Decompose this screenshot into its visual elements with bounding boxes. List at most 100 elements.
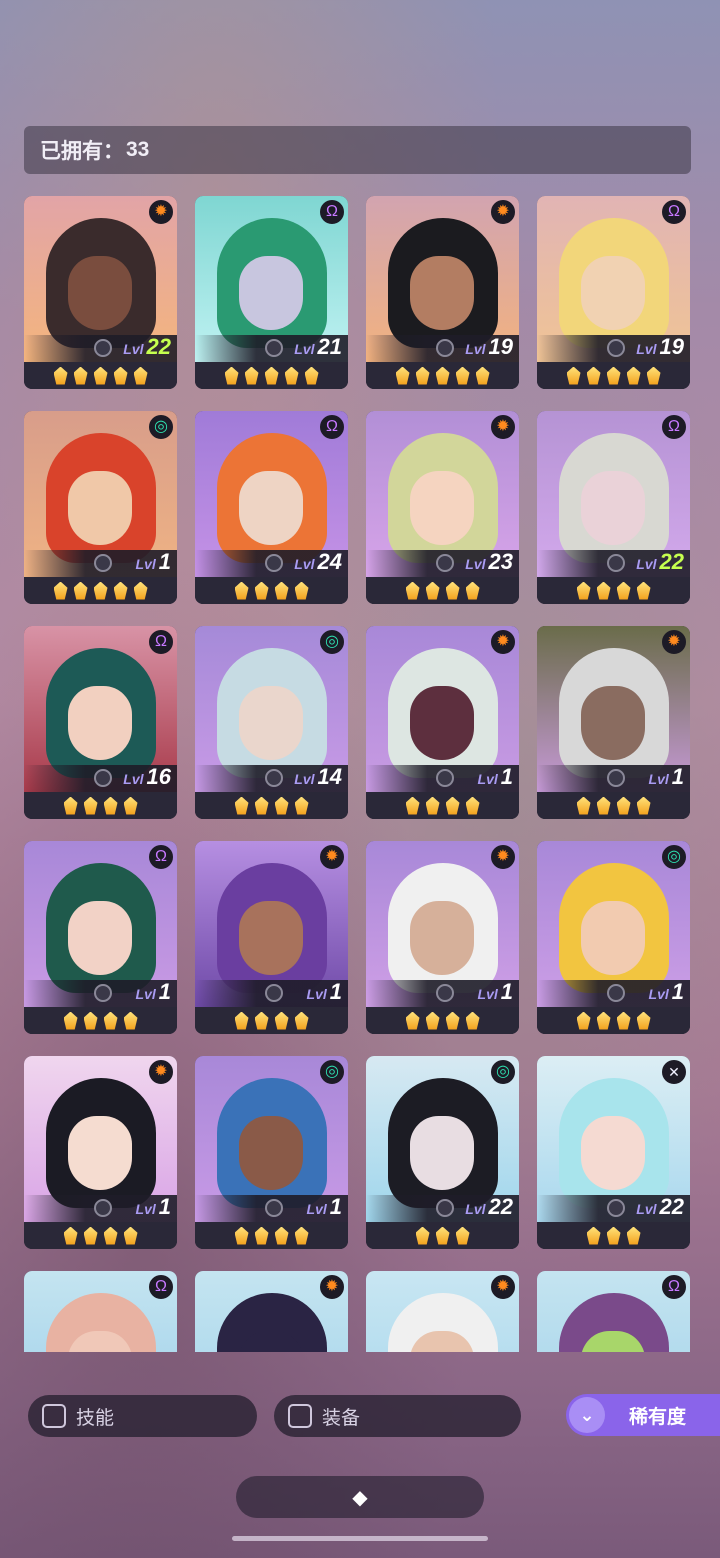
hero-face bbox=[410, 256, 474, 330]
gold-star-icon bbox=[425, 581, 440, 600]
gold-star-icon bbox=[103, 1011, 118, 1030]
level-label: Lvl bbox=[636, 1201, 657, 1217]
level-label: Lvl bbox=[135, 556, 156, 572]
hero-face bbox=[581, 901, 645, 975]
sun-class-icon: ✹ bbox=[491, 1275, 515, 1299]
hero-card[interactable]: Lvl 22 ◎ bbox=[366, 1056, 519, 1249]
hero-grid-viewport[interactable]: Lvl 22 ✹ Lvl 21 Ω Lvl 19 ✹ Lvl 19 Ω Lvl 1 ◎ Lvl 24 Ω Lvl 23… bbox=[24, 196, 692, 1352]
skill-progress-icon bbox=[436, 554, 454, 572]
hero-level: Lvl 23 bbox=[465, 549, 513, 575]
hero-card[interactable]: ✹ bbox=[195, 1271, 348, 1352]
hero-card[interactable]: Lvl 1 ◎ bbox=[24, 411, 177, 604]
hero-card[interactable]: Lvl 23 ✹ bbox=[366, 411, 519, 604]
hero-card[interactable]: Lvl 19 ✹ bbox=[366, 196, 519, 389]
wave-class-icon: ◎ bbox=[662, 845, 686, 869]
star-rating bbox=[537, 577, 690, 604]
equipment-checkbox[interactable] bbox=[288, 1404, 312, 1428]
hero-portrait: Lvl 1 ✹ bbox=[195, 841, 348, 1007]
skill-progress-icon bbox=[607, 339, 625, 357]
skill-progress-icon bbox=[607, 554, 625, 572]
sun-class-icon: ✹ bbox=[491, 845, 515, 869]
home-indicator[interactable] bbox=[232, 1536, 488, 1541]
level-number: 19 bbox=[488, 334, 513, 359]
hero-card[interactable]: Lvl 16 Ω bbox=[24, 626, 177, 819]
hero-portrait: Lvl 22 Ω bbox=[537, 411, 690, 577]
star-rating bbox=[195, 577, 348, 604]
hero-card[interactable]: Lvl 1 ✹ bbox=[366, 841, 519, 1034]
hero-card[interactable]: Lvl 1 Ω bbox=[24, 841, 177, 1034]
psi-class-icon: Ω bbox=[320, 200, 344, 224]
cross-class-icon: ✕ bbox=[662, 1060, 686, 1084]
hero-card[interactable]: Lvl 14 ◎ bbox=[195, 626, 348, 819]
level-label: Lvl bbox=[123, 341, 144, 357]
level-number: 1 bbox=[500, 979, 513, 1004]
equipment-filter[interactable]: 装备 bbox=[274, 1395, 521, 1437]
skill-progress-icon bbox=[94, 1199, 112, 1217]
gold-star-icon bbox=[133, 581, 148, 600]
gold-star-icon bbox=[475, 366, 490, 385]
hero-card[interactable]: Lvl 19 Ω bbox=[537, 196, 690, 389]
hero-card[interactable]: ✹ bbox=[366, 1271, 519, 1352]
gold-star-icon bbox=[566, 366, 581, 385]
hero-card[interactable]: Lvl 1 ✹ bbox=[537, 626, 690, 819]
hero-portrait: Lvl 1 ◎ bbox=[24, 411, 177, 577]
star-rating bbox=[366, 792, 519, 819]
hero-card[interactable]: Lvl 1 ✹ bbox=[195, 841, 348, 1034]
gold-star-icon bbox=[415, 1226, 430, 1245]
skill-checkbox[interactable] bbox=[42, 1404, 66, 1428]
hero-card[interactable]: Lvl 1 ◎ bbox=[537, 841, 690, 1034]
hero-card[interactable]: Lvl 1 ◎ bbox=[195, 1056, 348, 1249]
skill-progress-icon bbox=[436, 339, 454, 357]
gold-star-icon bbox=[606, 1226, 621, 1245]
hero-card[interactable]: Lvl 22 ✹ bbox=[24, 196, 177, 389]
gold-star-icon bbox=[465, 796, 480, 815]
hero-card[interactable]: Lvl 22 Ω bbox=[537, 411, 690, 604]
hero-card[interactable]: Ω bbox=[24, 1271, 177, 1352]
gold-star-icon bbox=[455, 1226, 470, 1245]
rarity-sort-button[interactable]: ⌄ 稀有度 bbox=[566, 1394, 720, 1436]
hero-portrait: Lvl 24 Ω bbox=[195, 411, 348, 577]
level-number: 21 bbox=[317, 334, 342, 359]
chevron-down-icon: ⌄ bbox=[569, 1397, 605, 1433]
hero-portrait: Lvl 19 Ω bbox=[537, 196, 690, 362]
gold-star-icon bbox=[596, 1011, 611, 1030]
hero-face bbox=[581, 471, 645, 545]
hero-card[interactable]: Ω bbox=[537, 1271, 690, 1352]
gold-star-icon bbox=[576, 796, 591, 815]
gold-star-icon bbox=[73, 581, 88, 600]
gold-star-icon bbox=[53, 366, 68, 385]
level-number: 1 bbox=[158, 1194, 171, 1219]
level-label: Lvl bbox=[123, 771, 144, 787]
gold-star-icon bbox=[234, 1011, 249, 1030]
hero-card[interactable]: Lvl 1 ✹ bbox=[366, 626, 519, 819]
collapse-button[interactable]: ◆ bbox=[236, 1476, 484, 1518]
gold-star-icon bbox=[63, 1226, 78, 1245]
gold-star-icon bbox=[83, 1011, 98, 1030]
sun-class-icon: ✹ bbox=[491, 200, 515, 224]
psi-class-icon: Ω bbox=[320, 415, 344, 439]
hero-portrait: Lvl 21 Ω bbox=[195, 196, 348, 362]
gold-star-icon bbox=[626, 1226, 641, 1245]
gold-star-icon bbox=[455, 366, 470, 385]
psi-class-icon: Ω bbox=[662, 415, 686, 439]
level-number: 1 bbox=[158, 549, 171, 574]
hero-card[interactable]: Lvl 22 ✕ bbox=[537, 1056, 690, 1249]
hero-card[interactable]: Lvl 1 ✹ bbox=[24, 1056, 177, 1249]
hero-card[interactable]: Lvl 24 Ω bbox=[195, 411, 348, 604]
hero-face bbox=[68, 1116, 132, 1190]
hero-level: Lvl 22 bbox=[636, 1194, 684, 1220]
equipment-filter-label: 装备 bbox=[322, 1407, 361, 1429]
skill-filter[interactable]: 技能 bbox=[28, 1395, 257, 1437]
hero-face bbox=[239, 686, 303, 760]
gold-star-icon bbox=[93, 581, 108, 600]
star-rating bbox=[366, 577, 519, 604]
level-number: 1 bbox=[500, 764, 513, 789]
gold-star-icon bbox=[244, 366, 259, 385]
hero-card[interactable]: Lvl 21 Ω bbox=[195, 196, 348, 389]
hero-level: Lvl 19 bbox=[465, 334, 513, 360]
gold-star-icon bbox=[284, 366, 299, 385]
gold-star-icon bbox=[294, 1011, 309, 1030]
gold-star-icon bbox=[123, 796, 138, 815]
gold-star-icon bbox=[415, 366, 430, 385]
level-number: 1 bbox=[671, 979, 684, 1004]
